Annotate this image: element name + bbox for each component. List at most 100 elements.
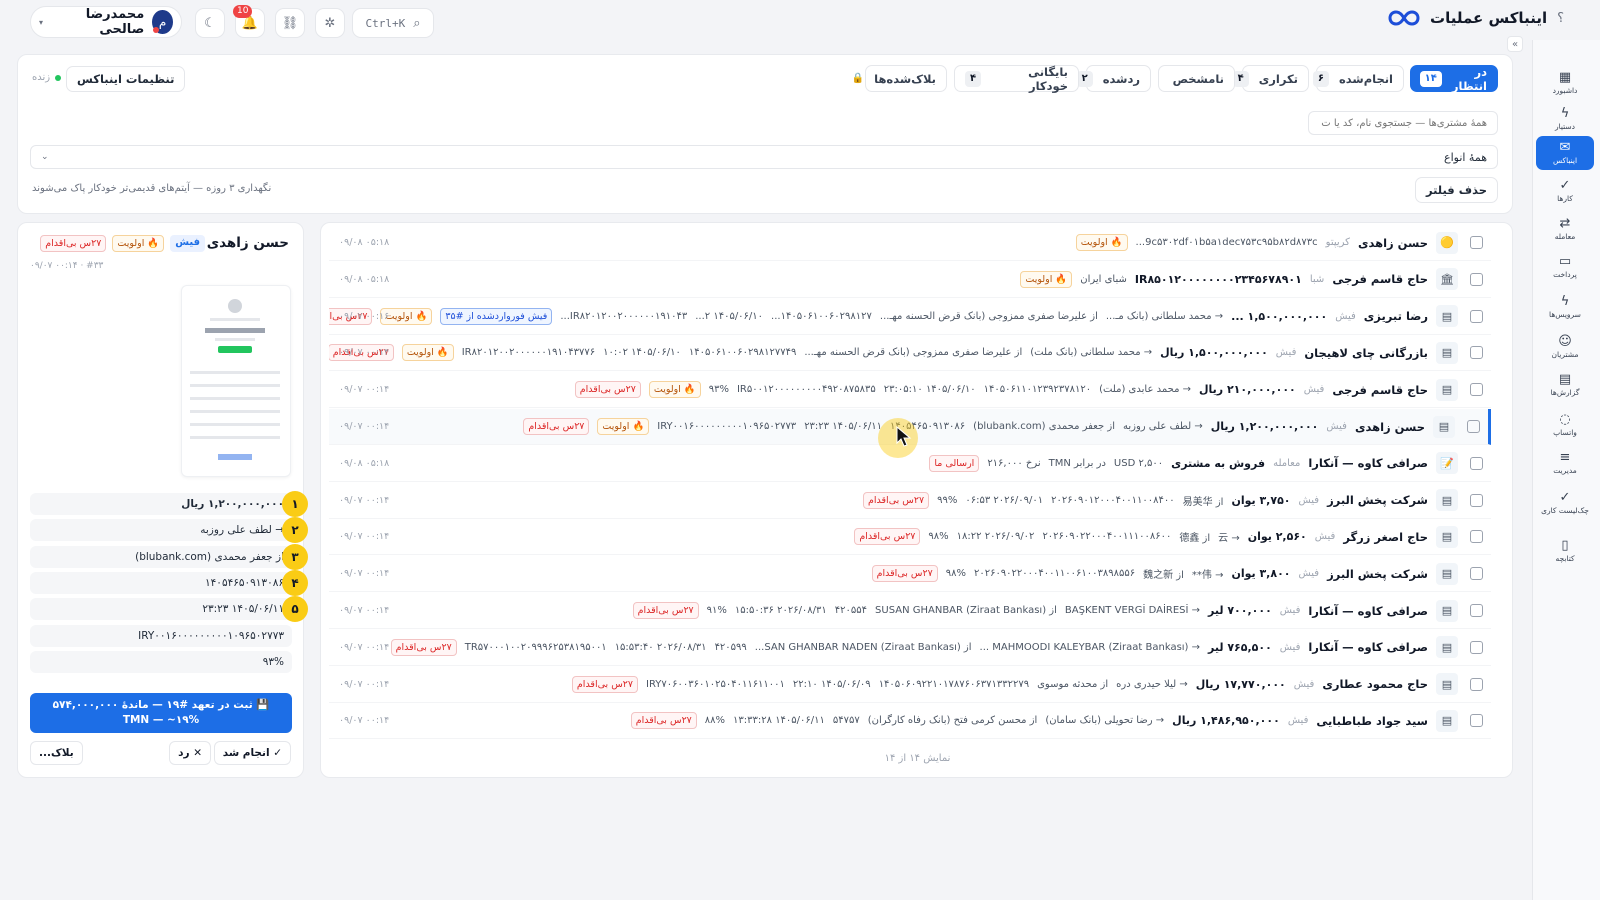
clear-filter-button[interactable]: حذف فیلتر [1414,177,1498,203]
list-item[interactable]: ▤ صرافی کاوه — آنکارا فیش ۷۶۵,۵۰۰ لیر → MAHM… [329,630,1491,666]
list-item[interactable]: 🟡 حسن زاهدی کریپتو 9c۵۳۰۲df۰۱b۵a۱dec۷۵۳c۹۵b… [329,225,1491,261]
row-detail: از SUSAN GHANBAR (Ziraat Bankası) [875,605,1057,616]
collapse-sidebar-button[interactable]: » [1507,36,1523,52]
sidebar-item-4[interactable]: ⇄ معامله [1536,212,1594,246]
list-item[interactable]: ▤ حاج اصغر زرگر فیش ۲,۵۶۰ یوان → 云 از 德鑫 ۲۰۲۶۰… [329,519,1491,556]
row-kind: معامله [1273,457,1301,469]
tab-label: انجام‌شده [1338,71,1393,86]
detail-field[interactable]: از جعفر محمدی (blubank.com) [30,545,292,568]
row-thumbnail: ▤ [1433,415,1455,438]
bug-report-button[interactable]: ✲ [315,8,345,38]
list-item[interactable]: ▤ شرکت پخش البرز فیش ۳,۷۵۰ یوان از 易美华 ۲۰۲۶۰۹… [329,483,1491,519]
sidebar-item-8[interactable]: ▤ گزارش‌ها [1536,368,1594,402]
list-item[interactable]: ▤ حاج محمود عطاری فیش ۱۷,۷۷۰,۰۰۰ ریال → لیلا… [329,667,1491,703]
tab-3[interactable]: نامشخص [1158,65,1235,92]
theme-toggle-button[interactable]: ☾ [195,8,225,38]
list-item[interactable]: ▤ حاج قاسم فرجی فیش ۲۱۰,۰۰۰,۰۰۰ ریال → محمد … [329,372,1491,409]
command-search-button[interactable]: ⌕ Ctrl+K [352,8,434,38]
checklist-icon: ✓ [1559,490,1571,505]
row-detail: → لطف علی روزبه [1122,421,1203,432]
help-icon[interactable]: ؟ [1557,11,1564,26]
tab-2[interactable]: تکراری ۴ [1232,65,1309,92]
row-checkbox[interactable] [1467,420,1480,433]
detail-field[interactable]: ۹۳% [30,650,292,673]
row-detail: ۲۰۲۶۰۹۰۲۲۰۰۰۴۰۰۱۱۱۰۰۸۶۰۰ [1042,531,1172,543]
sidebar-item-1[interactable]: ϟ دستیار [1536,102,1594,136]
row-checkbox[interactable] [1470,383,1483,397]
tab-count: ۴ [1232,70,1249,87]
row-checkbox[interactable] [1470,640,1483,654]
tab-0[interactable]: در انتظار ۱۴ [1410,65,1498,93]
link-button[interactable]: ⛓ [275,8,305,38]
sidebar-item-2[interactable]: ✉ اینباکس [1536,136,1594,170]
row-amount: ۱,۴۸۶,۹۵۰,۰۰۰ ریال [1172,714,1280,728]
row-detail: ۲۰۲۶۰۹۰۱۲۰۰۰۴۰۰۱۱۰۰۸۴۰۰ [1051,494,1175,506]
reject-button[interactable]: ✕ رد [169,741,211,765]
tab-6[interactable]: بلاک‌شده‌ها 🔒 [852,65,947,92]
sidebar-item-11[interactable]: ✓ چک‌لیست کاری [1536,486,1594,520]
sidebar-item-5[interactable]: ▭ پرداخت [1536,250,1594,284]
notifications-button[interactable]: 🔔 10 [233,5,265,38]
sidebar-item-12[interactable]: ▯ کتابچه [1536,534,1594,568]
row-kind: فیش [1287,715,1309,727]
sidebar-item-7[interactable]: ☺ مشتریان [1536,330,1594,364]
detail-field[interactable]: ۱۴۰۵۴۶۵۰۹۱۳۰۸۶ [30,571,292,594]
row-checkbox[interactable] [1470,567,1483,581]
sidebar-item-10[interactable]: ≡ مدیریت [1536,446,1594,480]
row-time: ۰۹/۰۷ ۰۰:۱۴ [339,494,390,506]
row-detail: ۴۲۰۵۹۹ [714,641,747,653]
row-checkbox[interactable] [1470,456,1483,470]
customer-search-input[interactable] [1308,111,1498,135]
detail-field[interactable]: IRY۰۰۱۶۰۰۰۰۰۰۰۰۰۱۰۹۶۵۰۲۷۷۳ [30,624,292,647]
list-item[interactable]: ▤ سید جواد طباطبایی فیش ۱,۴۸۶,۹۵۰,۰۰۰ ریال →… [329,703,1491,740]
list-item[interactable]: ▤ رضا تبریزی فیش ۱,۵۰۰,۰۰۰,۰۰۰ ... → محمد سل… [329,299,1491,335]
chevron-down-icon: ⌄ [41,152,49,162]
commit-to-obligation-button[interactable]: 💾 ثبت در تعهد #۱۹ — ماندهٔ ۵۷۴,۰۰۰,۰۰۰ T… [30,693,292,733]
row-checkbox[interactable] [1470,604,1483,617]
row-detail: → محمد سلطانی (بانک مـ... [1105,310,1224,322]
row-checkbox[interactable] [1470,236,1483,249]
user-menu[interactable]: م محمدرضا صالحی ▾ [30,6,182,38]
list-item[interactable]: 🏛 حاج قاسم فرجی شبا IR۸۵۰۱۲۰۰۰۰۰۰۰۰۲۳۴۵۶۷۸۹… [329,262,1491,298]
list-item[interactable]: ▤ بازرگانی چای لاهیجان فیش ۱,۵۰۰,۰۰۰,۰۰۰ ری… [329,335,1491,372]
page-title: اینباکس عملیات [1430,9,1548,27]
sidebar-item-0[interactable]: ▦ داشبورد [1536,66,1594,100]
tab-5[interactable]: بایگانی خودکار ۴ [954,65,1079,93]
type-select[interactable]: همهٔ انواع ⌄ [30,145,1498,169]
row-detail: USD ۲,۵۰۰ [1113,457,1164,469]
detail-field[interactable]: ۱۴۰۵/۰۶/۱۱ ۲۳:۲۳ [30,598,292,621]
sidebar-item-6[interactable]: ϟ سرویس‌ها [1536,290,1594,324]
sidebar-item-3[interactable]: ✓ کارها [1536,174,1594,208]
row-customer-name: صرافی کاوه — آنکارا [1308,456,1428,471]
exchange-icon: ⇄ [1559,216,1571,231]
sidebar-item-label: چک‌لیست کاری [1541,506,1589,515]
inbox-settings-button[interactable]: تنظیمات اینباکس [66,66,186,92]
row-checkbox[interactable] [1470,493,1483,507]
list-item[interactable]: ▤ صرافی کاوه — آنکارا فیش ۷۰۰,۰۰۰ لیر → BAŞK… [329,593,1491,629]
block-button[interactable]: بلاک... [30,741,83,765]
receipt-image[interactable] [181,285,291,477]
row-checkbox[interactable] [1470,346,1483,360]
row-detail: ۹۳% [708,384,729,396]
tab-1[interactable]: انجام‌شده ۶ [1312,65,1404,92]
mouse-cursor-icon [896,426,912,447]
infinity-logo-icon [1388,10,1420,26]
row-checkbox[interactable] [1470,309,1483,323]
sidebar-item-label: کارها [1557,194,1573,203]
sidebar-item-label: گزارش‌ها [1550,388,1580,397]
sidebar-item-label: واتساپ [1553,428,1577,437]
detail-field[interactable]: → لطف علی روزبه [30,519,292,542]
row-checkbox[interactable] [1470,272,1483,286]
row-badge: 🔥 اولویت [597,418,650,435]
mark-done-button[interactable]: ✓ انجام شد [213,741,291,765]
detail-field[interactable]: ۱,۲۰۰,۰۰۰,۰۰۰ ریال [30,493,292,515]
row-thumbnail: ▤ [1436,599,1458,622]
row-checkbox[interactable] [1470,530,1483,544]
row-checkbox[interactable] [1470,677,1483,691]
row-detail: IR۸۲۰۱۲۰۰۲۰۰۰۰۰۰۱۹۱۰۴۳... [560,310,688,322]
list-item[interactable]: ▤ شرکت پخش البرز فیش ۳,۸۰۰ یوان → 伟** از 魏之新 ۲… [329,556,1491,593]
sidebar-item-9[interactable]: ◌ واتساپ [1536,408,1594,442]
row-detail: ۴۲۰۵۵۴ [834,605,868,616]
tab-4[interactable]: ردشده ۲ [1076,65,1151,92]
row-checkbox[interactable] [1470,714,1483,728]
